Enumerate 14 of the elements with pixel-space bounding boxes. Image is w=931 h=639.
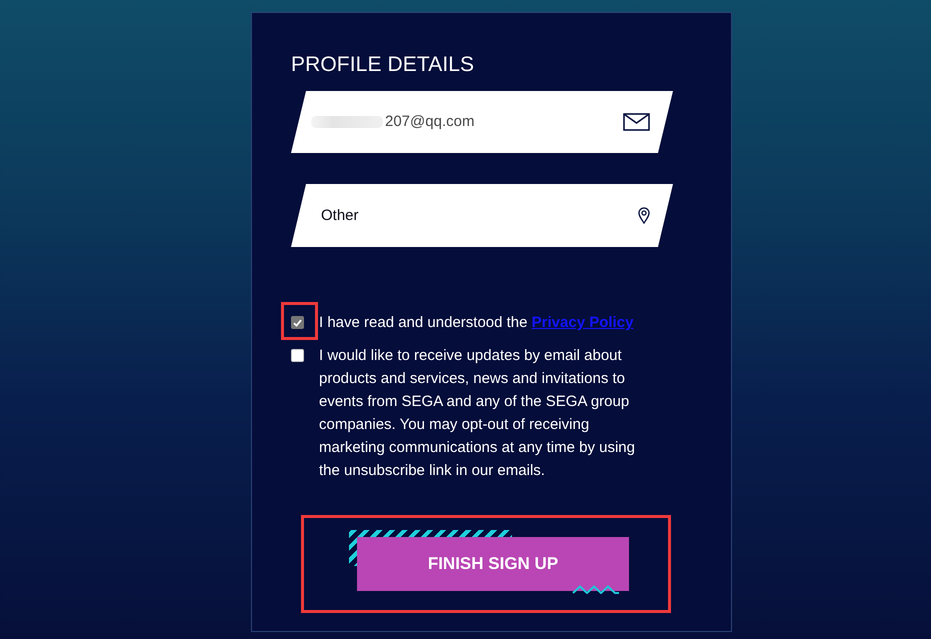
location-pin-icon: [638, 207, 650, 224]
consent-text: I would like to receive updates by email about products and services, news and invitations to events from SEGA and any of the SEGA group companies. You may opt-out of receiving marketing communications at any time by using the unsubscribe link in our emails.: [319, 346, 636, 481]
envelope-icon: [623, 113, 650, 131]
location-field[interactable]: Other: [291, 184, 673, 247]
checkbox[interactable]: [291, 349, 304, 362]
consent-text: I have read and understood the Privacy Policy: [319, 313, 634, 333]
tick-icon: [293, 318, 302, 326]
field-value: Other: [321, 206, 359, 224]
finish-sign-up-button[interactable]: FINISH SIGN UP: [357, 537, 629, 591]
field-value: 207@qq.com: [385, 113, 474, 131]
section-title: PROFILE DETAILS: [291, 53, 476, 77]
zigzag-drawing: [572, 585, 620, 594]
checkbox[interactable]: [291, 316, 304, 329]
email-field[interactable]: 207@qq.com: [291, 91, 673, 153]
